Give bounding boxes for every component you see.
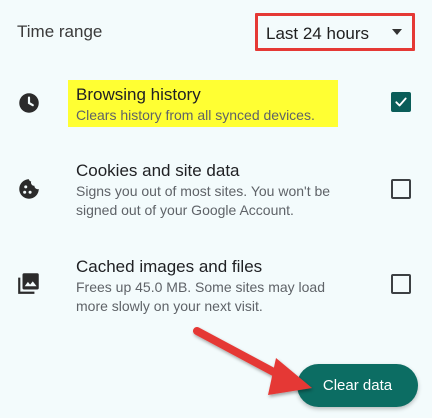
time-range-label: Time range bbox=[17, 22, 103, 41]
browsing-history-title: Browsing history bbox=[76, 85, 201, 104]
image-icon bbox=[16, 270, 42, 296]
cookies-checkbox[interactable] bbox=[391, 179, 411, 199]
clear-data-button[interactable]: Clear data bbox=[297, 364, 418, 407]
browsing-history-checkbox[interactable] bbox=[391, 92, 411, 112]
cookies-description-line-2: signed out of your Google Account. bbox=[76, 202, 294, 218]
cookies-title: Cookies and site data bbox=[76, 161, 240, 180]
dropdown-caret-icon bbox=[392, 29, 402, 35]
cached-files-checkbox[interactable] bbox=[391, 274, 411, 294]
cookies-description-line-1: Signs you out of most sites. You won't b… bbox=[76, 183, 331, 199]
cached-files-description-line-2: more slowly on your next visit. bbox=[76, 298, 263, 314]
cached-files-description-line-1: Frees up 45.0 MB. Some sites may load bbox=[76, 279, 325, 295]
clock-icon bbox=[16, 90, 42, 116]
browsing-history-description: Clears history from all synced devices. bbox=[76, 107, 315, 123]
cookie-icon bbox=[16, 176, 42, 202]
cached-files-title: Cached images and files bbox=[76, 257, 263, 276]
check-icon bbox=[395, 97, 407, 107]
time-range-dropdown[interactable]: Last 24 hours bbox=[255, 13, 415, 51]
time-range-value: Last 24 hours bbox=[266, 24, 370, 43]
